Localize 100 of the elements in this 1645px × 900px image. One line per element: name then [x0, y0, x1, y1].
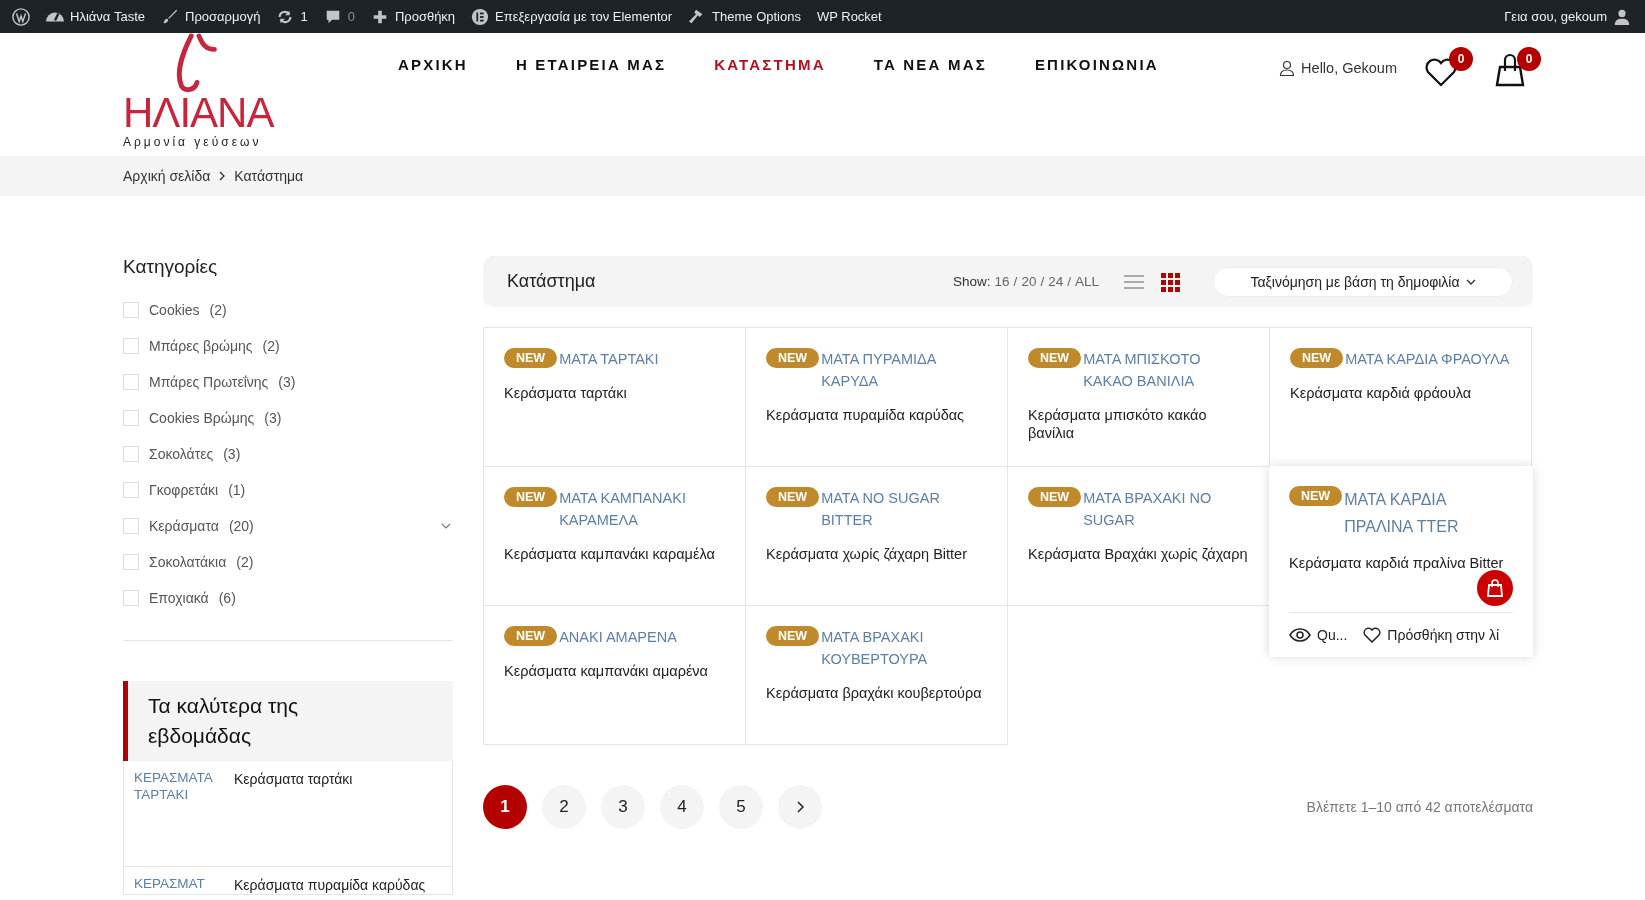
admin-bar-item[interactable]: WP Rocket — [808, 0, 890, 33]
next-page-button[interactable] — [778, 785, 822, 829]
admin-bar-item[interactable]: Προσαρμογή — [153, 0, 269, 33]
broken-image-alt[interactable]: ΜΑΤΑ ΜΠΙΣΚΟΤΟ ΚΑΚΑΟ ΒΑΝΙΛΙΑ — [1083, 348, 1249, 392]
broken-image-alt[interactable]: ΜΑΤΑ ΒΡΑΧΑΚΙ NO SUGAR — [1083, 487, 1249, 531]
product-card[interactable]: NEW ΜΑΤΑ ΚΑΡΔΙΑ ΠΡΑΛΙΝΑ TTER Κεράσματα καρδιά πραλίνα Bitter Qu... Πρόσθήκη στην λί — [1269, 466, 1533, 657]
page-button[interactable]: 2 — [542, 785, 586, 829]
product-card[interactable]: NEW ΜΑΤΑ NO SUGAR BITTER Κεράσματα χωρίς ζάχαρη Bitter — [746, 467, 1008, 606]
account-greeting[interactable]: Γεια σου, gekoum — [1496, 0, 1639, 33]
category-name[interactable]: Cookies Βρώμης — [149, 410, 255, 426]
product-card[interactable]: NEW ΜΑΤΑ ΚΑΜΠΑΝΑΚΙ ΚΑΡΑΜΕΛΑ Κεράσματα καμπανάκι καραμέλα — [484, 467, 746, 606]
category-checkbox[interactable] — [123, 590, 139, 606]
broken-image-alt[interactable]: ΜΑΤΑ ΒΡΑΧΑΚΙ ΚΟΥΒΕΡΤΟΥΡΑ — [821, 626, 987, 670]
category-checkbox[interactable] — [123, 446, 139, 462]
admin-bar-item[interactable]: Theme Options — [680, 0, 809, 33]
product-card[interactable]: NEW ΑΝΑΚΙ ΑΜΑΡΕΝΑ Κεράσματα καμπανάκι αμαρένα — [484, 606, 746, 745]
broken-image-alt[interactable]: ΜΑΤΑ NO SUGAR BITTER — [821, 487, 987, 531]
quick-view-link[interactable]: Qu... — [1289, 627, 1348, 643]
product-card[interactable]: NEW ΜΑΤΑ ΜΠΙΣΚΟΤΟ ΚΑΚΑΟ ΒΑΝΙΛΙΑ Κεράσματα μπισκότο κακάο βανίλια — [1008, 328, 1270, 467]
category-count: (3) — [278, 374, 296, 390]
product-name[interactable]: Κεράσματα μπισκότο κακάο βανίλια — [1028, 406, 1249, 442]
product-name[interactable]: Κεράσματα καμπανάκι αμαρένα — [504, 662, 725, 680]
category-name[interactable]: Μπάρες Πρωτεΐνης — [149, 374, 269, 390]
nav-link[interactable]: ΕΠΙΚΟΙΝΩΝΙΑ — [1034, 56, 1159, 73]
category-name[interactable]: Γκοφρετάκι — [149, 482, 219, 498]
category-checkbox[interactable] — [123, 374, 139, 390]
wishlist-button[interactable] — [1425, 57, 1457, 87]
admin-bar-item[interactable]: Επεξεργασία με τον Elementor — [463, 0, 681, 33]
broken-image-alt[interactable]: ΜΑΤΑ ΠΥΡΑΜΙΔΑ ΚΑΡΥΔΑ — [821, 348, 987, 392]
category-name[interactable]: Μπάρες βρώμης — [149, 338, 253, 354]
new-badge: NEW — [1290, 348, 1344, 368]
new-badge: NEW — [766, 487, 820, 507]
category-checkbox[interactable] — [123, 338, 139, 354]
product-name[interactable]: Κεράσματα καρδιά πραλίνα Bitter — [1289, 554, 1513, 572]
category-name[interactable]: Σοκολατάκια — [149, 554, 227, 570]
product-name[interactable]: Κεράσματα χωρίς ζάχαρη Bitter — [766, 545, 987, 563]
broken-image-alt[interactable]: ΜΑΤΑ ΚΑΡΔΙΑ ΠΡΑΛΙΝΑ TTER — [1344, 486, 1513, 540]
nav-link[interactable]: ΤΑ ΝΕΑ ΜΑΣ — [873, 56, 987, 73]
page-button[interactable]: 3 — [601, 785, 645, 829]
category-checkbox[interactable] — [123, 410, 139, 426]
category-count: (2) — [262, 338, 280, 354]
page-button[interactable]: 5 — [719, 785, 763, 829]
product-name[interactable]: Κεράσματα Βραχάκι χωρίς ζάχαρη — [1028, 545, 1249, 563]
per-page-option[interactable]: ALL — [1074, 274, 1099, 289]
category-name[interactable]: Κεράσματα — [149, 518, 219, 534]
per-page-option[interactable]: 16 — [994, 274, 1010, 289]
cart-count: 0 — [1517, 47, 1541, 71]
category-name[interactable]: Εποχιακά — [149, 590, 209, 606]
admin-bar-item[interactable]: Ηλιάνα Taste — [38, 0, 153, 33]
category-name[interactable]: Σοκολάτες — [149, 446, 214, 462]
category-count: (20) — [228, 518, 254, 534]
logo-flourish-icon — [175, 33, 219, 93]
category-count: (3) — [223, 446, 241, 462]
per-page-option[interactable]: 20 — [1021, 274, 1037, 289]
broken-image-alt[interactable]: ΑΝΑΚΙ ΑΜΑΡΕΝΑ — [559, 626, 677, 648]
separator: / — [1067, 274, 1071, 289]
broken-image-alt[interactable]: ΜΑΤΑ ΚΑΡΔΙΑ ΦΡΑΟΥΛΑ — [1345, 348, 1510, 370]
account-link[interactable]: Hello, Gekoum — [1279, 60, 1397, 76]
category-checkbox[interactable] — [123, 554, 139, 570]
chevron-down-icon[interactable] — [441, 522, 451, 530]
category-name[interactable]: Cookies — [149, 302, 200, 318]
admin-bar-item[interactable]: Προσθήκη — [362, 0, 464, 33]
product-link[interactable]: Κεράσματα πυραμίδα καρύδας — [234, 877, 426, 894]
product-card[interactable]: NEW ΜΑΤΑ ΤΑΡΤΑΚΙ Κεράσματα ταρτάκι — [484, 328, 746, 467]
product-card[interactable]: NEW ΜΑΤΑ ΠΥΡΑΜΙΔΑ ΚΑΡΥΔΑ Κεράσματα πυραμίδα καρύδας — [746, 328, 1008, 467]
product-name[interactable]: Κεράσματα πυραμίδα καρύδας — [766, 406, 987, 424]
page-button[interactable]: 1 — [483, 785, 527, 829]
page-button[interactable]: 4 — [660, 785, 704, 829]
category-checkbox[interactable] — [123, 518, 139, 534]
broken-image-alt[interactable]: ΚΕΡΑΣΜΑΤ — [134, 875, 222, 894]
category-checkbox[interactable] — [123, 302, 139, 318]
sidebar-heading: Κατηγορίες — [123, 256, 219, 278]
logo-wordmark[interactable]: ΗΛΙΑΝΑ — [123, 93, 274, 133]
new-badge: NEW — [1028, 348, 1082, 368]
nav-link[interactable]: ΑΡΧΙΚΗ — [398, 56, 468, 73]
admin-bar-item[interactable]: 0 — [315, 0, 363, 33]
nav-link[interactable]: ΚΑΤΑΣΤΗΜΑ — [714, 56, 826, 73]
product-name[interactable]: Κεράσματα βραχάκι κουβερτούρα — [766, 684, 987, 702]
product-name[interactable]: Κεράσματα καμπανάκι καραμέλα — [504, 545, 725, 563]
cart-button[interactable] — [1493, 53, 1527, 87]
category-checkbox[interactable] — [123, 482, 139, 498]
breadcrumb-link[interactable]: Κατάστημα — [234, 168, 304, 184]
grid-view-icon[interactable] — [1159, 271, 1181, 292]
product-name[interactable]: Κεράσματα καρδιά φράουλα — [1290, 384, 1511, 402]
separator: / — [1013, 274, 1018, 289]
category-count: (6) — [218, 590, 236, 606]
sort-dropdown[interactable]: Ταξινόμηση με βάση τη δημοφιλία — [1213, 266, 1513, 297]
broken-image-alt[interactable]: ΜΑΤΑ ΤΑΡΤΑΚΙ — [559, 348, 659, 370]
nav-link[interactable]: Η ΕΤΑΙΡΕΙΑ ΜΑΣ — [515, 56, 667, 73]
add-to-wishlist-link[interactable]: Πρόσθήκη στην λί — [1363, 627, 1500, 643]
product-name[interactable]: Κεράσματα ταρτάκι — [504, 384, 725, 402]
add-to-cart-button[interactable] — [1477, 570, 1513, 606]
product-link[interactable]: Κεράσματα ταρτάκι — [234, 771, 353, 858]
admin-bar-item[interactable]: 1 — [268, 0, 316, 33]
breadcrumb-link[interactable]: Αρχική σελίδα — [123, 168, 211, 184]
broken-image-alt[interactable]: ΚΕΡΑΣΜΑΤΑ ΤΑΡΤΑΚΙ — [134, 769, 222, 858]
product-card[interactable]: NEW ΜΑΤΑ ΒΡΑΧΑΚΙ ΚΟΥΒΕΡΤΟΥΡΑ Κεράσματα βραχάκι κουβερτούρα — [746, 606, 1008, 745]
shop-title: Κατάστημα — [507, 271, 596, 292]
broken-image-alt[interactable]: ΜΑΤΑ ΚΑΜΠΑΝΑΚΙ ΚΑΡΑΜΕΛΑ — [559, 487, 725, 531]
per-page-option[interactable]: 24 — [1048, 274, 1064, 289]
